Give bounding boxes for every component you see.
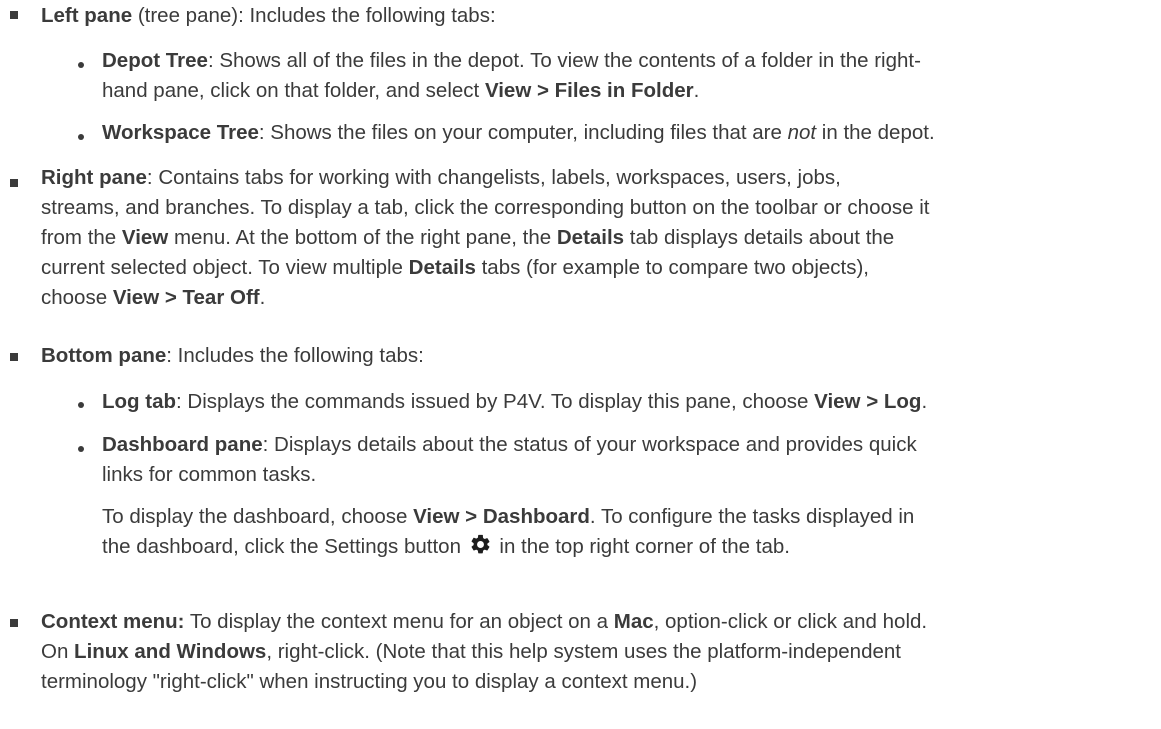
round-bullet-icon <box>78 402 84 408</box>
context-menu-title: Context menu: <box>41 610 185 633</box>
dashboard-pane-title: Dashboard pane <box>102 433 263 456</box>
log-tab-text: Log tab: Displays the commands issued by… <box>102 390 928 413</box>
depot-tree-text: Depot Tree: Shows all of the files in th… <box>102 49 921 102</box>
right-pane-text: Right pane: Contains tabs for working wi… <box>41 166 930 309</box>
bottom-pane-title: Bottom pane <box>41 344 167 367</box>
left-pane-title: Left pane <box>41 4 133 27</box>
bottom-pane-text: Bottom pane: Includes the following tabs… <box>41 344 424 367</box>
square-bullet-icon <box>10 353 18 361</box>
depot-tree-title: Depot Tree <box>102 49 208 72</box>
round-bullet-icon <box>78 446 84 452</box>
square-bullet-icon <box>10 619 18 627</box>
right-pane-title: Right pane <box>41 166 147 189</box>
left-pane-text: Left pane (tree pane): Includes the foll… <box>41 4 496 27</box>
dashboard-pane-text: Dashboard pane: Displays details about t… <box>102 433 917 486</box>
workspace-tree-text: Workspace Tree: Shows the files on your … <box>102 121 935 144</box>
log-tab-title: Log tab <box>102 390 177 413</box>
context-menu-text: Context menu: To display the context men… <box>41 610 928 693</box>
dashboard-settings-text: To display the dashboard, choose View > … <box>102 505 915 558</box>
square-bullet-icon <box>10 11 18 19</box>
workspace-tree-title: Workspace Tree <box>102 121 259 144</box>
square-bullet-icon <box>10 179 18 187</box>
round-bullet-icon <box>78 62 84 68</box>
gear-icon <box>471 534 490 554</box>
round-bullet-icon <box>78 134 84 140</box>
